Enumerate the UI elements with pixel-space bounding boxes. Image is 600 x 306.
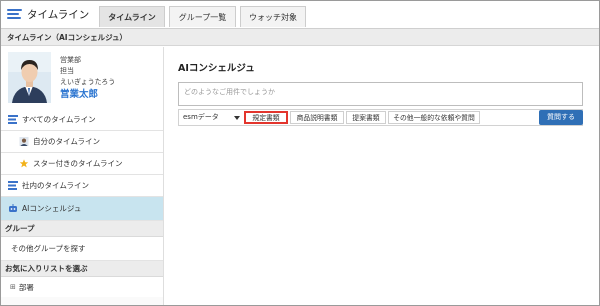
- question-input[interactable]: どのようなご用件でしょうか: [178, 82, 583, 106]
- chevron-down-icon: [234, 116, 240, 120]
- timeline-icon: [8, 115, 18, 124]
- profile-info: 営業部 担当 えいぎょうたろう 営業太郎: [60, 55, 115, 101]
- tab-timeline[interactable]: タイムライン: [99, 6, 165, 27]
- category-regulation-docs[interactable]: 規定書類: [244, 111, 288, 124]
- find-other-groups-link[interactable]: その他グループを探す: [1, 237, 163, 261]
- app-title: タイムライン: [7, 5, 89, 23]
- expand-plus-icon[interactable]: ⊞: [10, 283, 16, 291]
- sidebar-item-company-timeline[interactable]: 社内のタイムライン: [1, 175, 163, 197]
- category-general-questions[interactable]: その他一般的な依頼や質問: [388, 111, 480, 124]
- profile-name-kana: えいぎょうたろう: [60, 78, 116, 86]
- favorites-heading: お気に入りリストを選ぶ: [1, 261, 163, 277]
- timeline-icon: [8, 181, 18, 190]
- star-icon: [19, 159, 29, 168]
- ai-robot-icon: [9, 204, 17, 212]
- app-title-text: タイムライン: [27, 8, 90, 21]
- sidebar-item-all-timeline[interactable]: すべてのタイムライン: [1, 109, 163, 131]
- sidebar-item-starred-timeline[interactable]: スター付きのタイムライン: [1, 153, 163, 175]
- sidebar-item-label: 自分のタイムライン: [33, 137, 100, 146]
- sidebar-item-label: 社内のタイムライン: [22, 181, 89, 190]
- category-product-docs[interactable]: 商品説明書類: [290, 111, 344, 124]
- sidebar-item-label: すべてのタイムライン: [22, 115, 96, 124]
- tab-watch-targets[interactable]: ウォッチ対象: [240, 6, 306, 27]
- category-proposal-docs[interactable]: 提案書類: [346, 111, 386, 124]
- data-source-value: esmデータ: [183, 113, 219, 121]
- timeline-icon: [7, 8, 22, 20]
- profile-role: 担当: [60, 67, 74, 75]
- ask-button[interactable]: 質問する: [539, 110, 583, 125]
- main-content: AIコンシェルジュ どのようなご用件でしょうか esmデータ 規定書類 商品説明…: [164, 47, 599, 305]
- find-other-groups-label: その他グループを探す: [11, 244, 86, 253]
- data-source-select[interactable]: esmデータ: [183, 111, 243, 124]
- section-header: タイムライン（AIコンシェルジュ）: [1, 29, 599, 46]
- avatar[interactable]: [8, 52, 51, 103]
- profile-department: 営業部: [60, 56, 81, 64]
- sidebar-item-ai-concierge[interactable]: AIコンシェルジュ: [1, 197, 163, 221]
- profile-name[interactable]: 営業太郎: [60, 88, 115, 101]
- favorites-item-label: 部署: [18, 282, 34, 292]
- page-title: AIコンシェルジュ: [178, 63, 255, 74]
- tab-group-list[interactable]: グループ一覧: [169, 6, 236, 27]
- category-bar: esmデータ 規定書類 商品説明書類 提案書類 その他一般的な依頼や質問: [178, 109, 583, 126]
- group-heading: グループ: [1, 221, 163, 237]
- sidebar-item-my-timeline[interactable]: 自分のタイムライン: [1, 131, 163, 153]
- sidebar: 営業部 担当 えいぎょうたろう 営業太郎 すべてのタイムライン 自分のタイムライ…: [1, 47, 164, 305]
- avatar-image: [8, 52, 51, 103]
- sidebar-item-label: スター付きのタイムライン: [33, 159, 123, 168]
- tab-bar: タイムライン グループ一覧 ウォッチ対象: [99, 6, 310, 27]
- user-icon: [19, 137, 29, 146]
- profile-card: 営業部 担当 えいぎょうたろう 営業太郎: [1, 47, 163, 110]
- sidebar-item-label: AIコンシェルジュ: [22, 204, 82, 213]
- app-window: タイムライン タイムライン グループ一覧 ウォッチ対象 タイムライン（AIコンシ…: [0, 0, 600, 306]
- top-bar: タイムライン タイムライン グループ一覧 ウォッチ対象: [1, 1, 599, 29]
- favorites-item-department[interactable]: ⊞ 部署: [1, 277, 163, 297]
